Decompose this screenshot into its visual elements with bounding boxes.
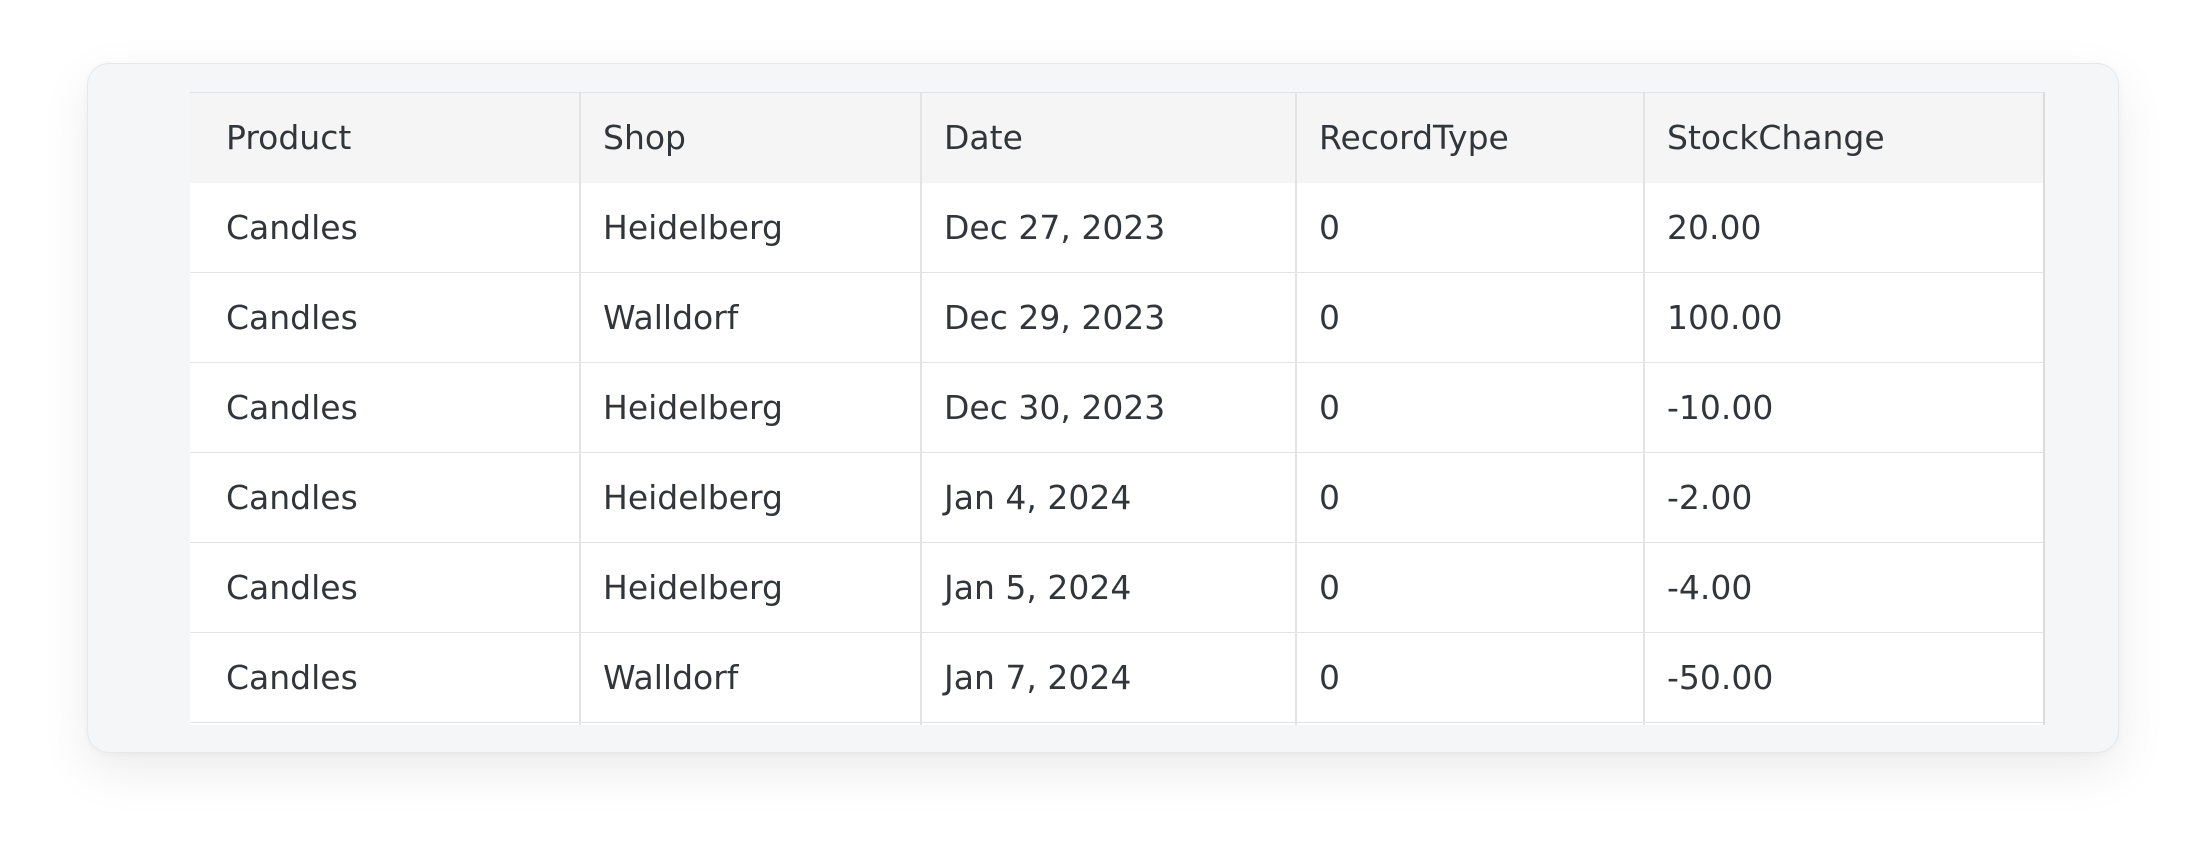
table-header-row: Product Shop Date RecordType StockChange bbox=[190, 92, 2043, 183]
table-row[interactable]: Candles Heidelberg Jan 5, 2024 0 -4.00 bbox=[190, 542, 2043, 633]
cell-product: Candles bbox=[190, 362, 580, 453]
cell-stock-change: 100.00 bbox=[1643, 272, 2043, 363]
cell-record-type bbox=[1295, 722, 1644, 725]
cell-shop: Heidelberg bbox=[579, 452, 921, 543]
cell-date: Jan 7, 2024 bbox=[920, 632, 1296, 723]
cell-product: Candles bbox=[190, 452, 580, 543]
table-row[interactable]: Candles Heidelberg Jan 4, 2024 0 -2.00 bbox=[190, 452, 2043, 543]
cell-date: Jan 5, 2024 bbox=[920, 542, 1296, 633]
cell-record-type: 0 bbox=[1295, 272, 1644, 363]
cell-stock-change bbox=[1643, 722, 2043, 725]
cell-shop: Heidelberg bbox=[579, 362, 921, 453]
cell-date: Dec 27, 2023 bbox=[920, 182, 1296, 273]
column-header-date[interactable]: Date bbox=[920, 92, 1296, 183]
cell-product bbox=[190, 722, 580, 725]
cell-record-type: 0 bbox=[1295, 182, 1644, 273]
cell-record-type: 0 bbox=[1295, 542, 1644, 633]
cell-date: Jan 4, 2024 bbox=[920, 452, 1296, 543]
column-header-stock-change[interactable]: StockChange bbox=[1643, 92, 2043, 183]
table-card: Product Shop Date RecordType StockChange… bbox=[87, 63, 2119, 753]
cell-stock-change: -50.00 bbox=[1643, 632, 2043, 723]
cell-date: Dec 29, 2023 bbox=[920, 272, 1296, 363]
cell-product: Candles bbox=[190, 182, 580, 273]
table-row[interactable]: Candles Heidelberg Dec 30, 2023 0 -10.00 bbox=[190, 362, 2043, 453]
cell-product: Candles bbox=[190, 542, 580, 633]
cell-record-type: 0 bbox=[1295, 362, 1644, 453]
cell-record-type: 0 bbox=[1295, 452, 1644, 543]
cell-stock-change: -10.00 bbox=[1643, 362, 2043, 453]
cell-product: Candles bbox=[190, 272, 580, 363]
cell-record-type: 0 bbox=[1295, 632, 1644, 723]
table-row[interactable] bbox=[190, 722, 2043, 725]
column-header-product[interactable]: Product bbox=[190, 92, 580, 183]
table-row[interactable]: Candles Walldorf Jan 7, 2024 0 -50.00 bbox=[190, 632, 2043, 723]
cell-stock-change: 20.00 bbox=[1643, 182, 2043, 273]
cell-shop: Heidelberg bbox=[579, 542, 921, 633]
table-row[interactable]: Candles Heidelberg Dec 27, 2023 0 20.00 bbox=[190, 182, 2043, 273]
cell-date: Dec 30, 2023 bbox=[920, 362, 1296, 453]
cell-shop: Walldorf bbox=[579, 272, 921, 363]
cell-shop: Heidelberg bbox=[579, 182, 921, 273]
column-header-shop[interactable]: Shop bbox=[579, 92, 921, 183]
column-header-record-type[interactable]: RecordType bbox=[1295, 92, 1644, 183]
cell-shop bbox=[579, 722, 921, 725]
cell-stock-change: -2.00 bbox=[1643, 452, 2043, 543]
cell-date bbox=[920, 722, 1296, 725]
table-row[interactable]: Candles Walldorf Dec 29, 2023 0 100.00 bbox=[190, 272, 2043, 363]
cell-product: Candles bbox=[190, 632, 580, 723]
data-table: Product Shop Date RecordType StockChange… bbox=[190, 92, 2043, 725]
cell-stock-change: -4.00 bbox=[1643, 542, 2043, 633]
table-scroll-area[interactable]: Product Shop Date RecordType StockChange… bbox=[190, 92, 2045, 725]
cell-shop: Walldorf bbox=[579, 632, 921, 723]
